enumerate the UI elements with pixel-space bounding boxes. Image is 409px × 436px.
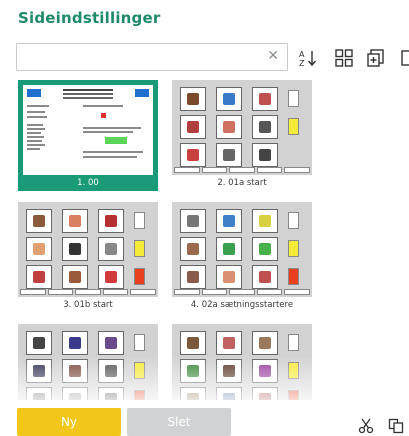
page-thumbnail (172, 202, 312, 297)
clear-icon[interactable]: ✕ (267, 48, 279, 64)
page-title: Sideindstillinger (18, 9, 161, 27)
svg-text:Z: Z (299, 59, 305, 68)
new-page-button[interactable]: Ny (17, 408, 121, 436)
page-tile[interactable]: 1. 00 (18, 80, 158, 191)
page-caption: 3. 01b start (63, 300, 113, 310)
delete-page-button[interactable]: Slet (127, 408, 231, 436)
page-thumbnail (18, 202, 158, 297)
page-tile[interactable] (172, 324, 312, 400)
page-caption: 4. 02a sætningsstartere (190, 300, 294, 310)
page-tile[interactable]: 3. 01b start (18, 202, 158, 313)
page-tile[interactable]: 2. 01a start (172, 80, 312, 191)
page-tile[interactable] (18, 324, 158, 400)
page-icon[interactable] (400, 48, 409, 68)
grid-view-icon[interactable] (334, 48, 354, 68)
sort-az-icon[interactable]: AZ (298, 48, 318, 68)
svg-text:A: A (299, 50, 305, 59)
search-box: ✕ (16, 43, 288, 71)
page-thumbnail (18, 80, 158, 175)
page-caption: 2. 01a start (217, 178, 267, 188)
toolbar: ✕ AZ (16, 43, 409, 73)
page-caption: 1. 00 (18, 175, 158, 191)
page-thumbnail (18, 324, 158, 400)
page-thumbnail (172, 324, 312, 400)
scissors-icon[interactable] (358, 418, 374, 434)
copy-icon[interactable] (388, 418, 404, 434)
search-input[interactable] (17, 44, 257, 70)
add-page-icon[interactable] (366, 48, 386, 68)
page-thumbnail (172, 80, 312, 175)
page-tile[interactable]: 4. 02a sætningsstartere (172, 202, 312, 313)
page-grid: 1. 00 2. 01a start 3. 01b start 4. 02a s… (0, 78, 409, 400)
